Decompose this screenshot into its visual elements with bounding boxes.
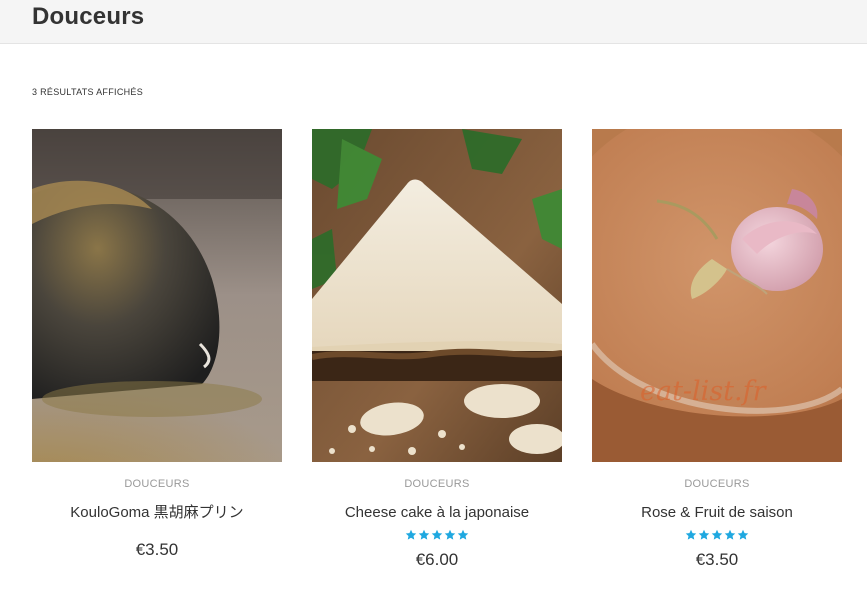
star-icon	[431, 529, 443, 540]
image-watermark: eat-list.fr	[640, 376, 766, 407]
product-card: DOUCEURS KouloGoma 黒胡麻プリン €3.50	[32, 129, 282, 560]
star-icon	[724, 529, 736, 540]
page-header: Douceurs	[0, 0, 867, 44]
star-icon	[698, 529, 710, 540]
product-image	[312, 129, 562, 462]
product-category[interactable]: DOUCEURS	[32, 477, 282, 491]
product-price: €3.50	[135, 540, 179, 559]
product-image-link[interactable]	[312, 129, 562, 462]
star-icon	[418, 529, 430, 540]
star-icon	[737, 529, 749, 540]
product-category[interactable]: DOUCEURS	[312, 477, 562, 491]
star-icon	[685, 529, 697, 540]
product-price: €3.50	[695, 550, 739, 569]
product-image	[32, 129, 282, 462]
star-icon	[457, 529, 469, 540]
product-image-link[interactable]	[32, 129, 282, 462]
product-card: DOUCEURS Cheese cake à la japonaise €6.0…	[312, 129, 562, 570]
result-count: 3 RÉSULTATS AFFICHÉS	[32, 87, 144, 97]
page-title: Douceurs	[32, 3, 145, 30]
product-card: eat-list.fr DOUCEURS Rose & Fruit de sai…	[592, 129, 842, 570]
product-category[interactable]: DOUCEURS	[592, 477, 842, 491]
product-name[interactable]: KouloGoma 黒胡麻プリン	[32, 504, 282, 522]
star-icon	[711, 529, 723, 540]
star-icon	[405, 529, 417, 540]
product-image-link[interactable]: eat-list.fr	[592, 129, 842, 462]
product-name[interactable]: Rose & Fruit de saison	[592, 504, 842, 522]
star-icon	[444, 529, 456, 540]
rating-stars	[312, 529, 562, 541]
product-name[interactable]: Cheese cake à la japonaise	[312, 504, 562, 522]
rating-stars	[592, 529, 842, 541]
product-image	[592, 129, 842, 462]
product-price: €6.00	[415, 550, 459, 569]
